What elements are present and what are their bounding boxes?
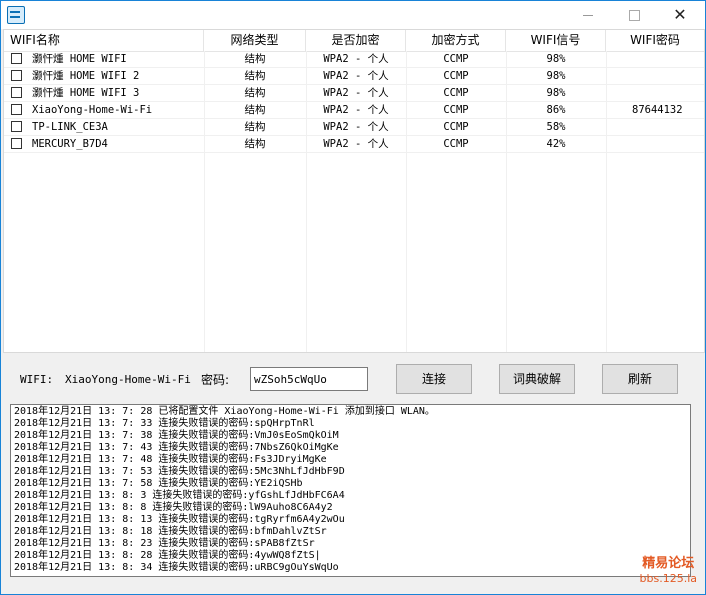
cipher-cell: CCMP [443,104,469,116]
password-cell [632,68,704,84]
log-line: 2018年12月21日 13: 7: 53 连接失败错误的密码:5Mc3NhLf… [14,466,345,477]
type-cell: 结构 [244,121,266,133]
minimize-button[interactable] [565,1,611,29]
log-line: 2018年12月21日 13: 7: 48 连接失败错误的密码:Fs3JDryi… [14,454,327,465]
type-cell: 结构 [244,70,266,82]
type-cell: 结构 [244,104,266,116]
security-cell: WPA2 - 个人 [323,87,389,99]
column-header-cipher[interactable]: 加密方式 [406,30,506,51]
column-header-signal[interactable]: WIFI信号 [506,30,606,51]
watermark-title: 精易论坛 [642,556,695,571]
app-icon [7,6,25,24]
maximize-button[interactable] [611,1,657,29]
security-cell: WPA2 - 个人 [323,138,389,150]
signal-cell: 86% [546,104,566,116]
refresh-button[interactable]: 刷新 [602,364,678,394]
cipher-cell: CCMP [443,121,469,133]
close-icon: ✕ [673,5,687,24]
log-line: 2018年12月21日 13: 7: 28 已将配置文件 XiaoYong-Ho… [14,406,435,417]
row-checkbox[interactable] [11,138,22,149]
log-line: 2018年12月21日 13: 8: 34 连接失败错误的密码:uRBC9gOu… [14,562,339,573]
log-line: 2018年12月21日 13: 7: 38 连接失败错误的密码:VmJ0sEoS… [14,430,339,441]
log-line: 2018年12月21日 13: 8: 18 连接失败错误的密码:bfmDahlv… [14,526,327,537]
table-row[interactable]: 灏忓煄 HOME WIFI 结构 WPA2 - 个人 CCMP 98% [4,51,704,68]
table-row[interactable]: MERCURY_B7D4 结构 WPA2 - 个人 CCMP 42% [4,136,704,153]
ssid-cell: 灏忓煄 HOME WIFI 3 [32,87,140,99]
row-checkbox[interactable] [11,53,22,64]
type-cell: 结构 [244,53,266,65]
password-label: 密码: [201,373,230,387]
password-cell: 87644132 [632,104,683,116]
cipher-cell: CCMP [443,87,469,99]
log-output[interactable]: 2018年12月21日 13: 7: 28 已将配置文件 XiaoYong-Ho… [10,404,691,577]
column-header-security[interactable]: 是否加密 [306,30,406,51]
table-row[interactable]: 灏忓煄 HOME WIFI 2 结构 WPA2 - 个人 CCMP 98% [4,68,704,85]
type-cell: 结构 [244,138,266,150]
log-line: 2018年12月21日 13: 8: 23 连接失败错误的密码:sPAB8fZt… [14,538,315,549]
log-line: 2018年12月21日 13: 8: 28 连接失败错误的密码:4ywWQ8fZ… [14,550,321,561]
ssid-cell: MERCURY_B7D4 [32,138,108,150]
password-cell [632,119,704,135]
log-line: 2018年12月21日 13: 7: 43 连接失败错误的密码:7NbsZ6Qk… [14,442,339,453]
row-checkbox[interactable] [11,70,22,81]
password-cell [632,136,704,152]
security-cell: WPA2 - 个人 [323,121,389,133]
close-button[interactable]: ✕ [657,1,703,29]
ssid-cell: XiaoYong-Home-Wi-Fi [32,104,153,116]
wifi-list-header: WIFI名称 网络类型 是否加密 加密方式 WIFI信号 WIFI密码 [4,30,704,52]
app-window: ✕ WIFI名称 网络类型 是否加密 加密方式 WIFI信号 WIFI密码 灏忓… [0,0,706,595]
connect-button[interactable]: 连接 [396,364,472,394]
ssid-cell: 灏忓煄 HOME WIFI 2 [32,70,140,82]
maximize-icon [628,9,640,21]
title-bar[interactable]: ✕ [1,1,705,29]
row-checkbox[interactable] [11,104,22,115]
row-checkbox[interactable] [11,121,22,132]
type-cell: 结构 [244,87,266,99]
ssid-cell: 灏忓煄 HOME WIFI [32,53,127,65]
log-line: 2018年12月21日 13: 8: 13 连接失败错误的密码:tgRyrfm6… [14,514,345,525]
cipher-cell: CCMP [443,70,469,82]
wifi-list[interactable]: WIFI名称 网络类型 是否加密 加密方式 WIFI信号 WIFI密码 灏忓煄 … [3,29,705,353]
security-cell: WPA2 - 个人 [323,53,389,65]
watermark-url: bbs.125.la [639,572,697,585]
signal-cell: 58% [546,121,566,133]
signal-cell: 98% [546,87,566,99]
log-line: 2018年12月21日 13: 7: 33 连接失败错误的密码:spQHrpTn… [14,418,315,429]
security-cell: WPA2 - 个人 [323,70,389,82]
column-header-type[interactable]: 网络类型 [204,30,306,51]
column-header-ssid[interactable]: WIFI名称 [4,30,204,51]
forum-watermark: 精易论坛 bbs.125.la [640,556,697,586]
dictionary-crack-button[interactable]: 词典破解 [499,364,575,394]
cipher-cell: CCMP [443,138,469,150]
selected-wifi-name: XiaoYong-Home-Wi-Fi [65,373,191,386]
log-line: 2018年12月21日 13: 8: 8 连接失败错误的密码:lW9Auho8C… [14,502,333,513]
column-header-password[interactable]: WIFI密码 [606,30,704,51]
signal-cell: 98% [546,53,566,65]
minimize-icon [583,14,593,16]
password-input[interactable]: wZSoh5cWqUo [250,367,368,391]
signal-cell: 42% [546,138,566,150]
log-line: 2018年12月21日 13: 7: 58 连接失败错误的密码:YE2iQSHb [14,478,303,489]
signal-cell: 98% [546,70,566,82]
ssid-cell: TP-LINK_CE3A [32,121,108,133]
password-cell [632,51,704,67]
cipher-cell: CCMP [443,53,469,65]
table-row[interactable]: 灏忓煄 HOME WIFI 3 结构 WPA2 - 个人 CCMP 98% [4,85,704,102]
security-cell: WPA2 - 个人 [323,104,389,116]
wifi-label: WIFI: [20,373,54,386]
row-checkbox[interactable] [11,87,22,98]
table-row[interactable]: XiaoYong-Home-Wi-Fi 结构 WPA2 - 个人 CCMP 86… [4,102,704,119]
table-row[interactable]: TP-LINK_CE3A 结构 WPA2 - 个人 CCMP 58% [4,119,704,136]
log-line: 2018年12月21日 13: 8: 3 连接失败错误的密码:yfGshLfJd… [14,490,345,501]
password-cell [632,85,704,101]
wifi-rows: 灏忓煄 HOME WIFI 结构 WPA2 - 个人 CCMP 98% 灏忓煄 … [4,51,704,153]
